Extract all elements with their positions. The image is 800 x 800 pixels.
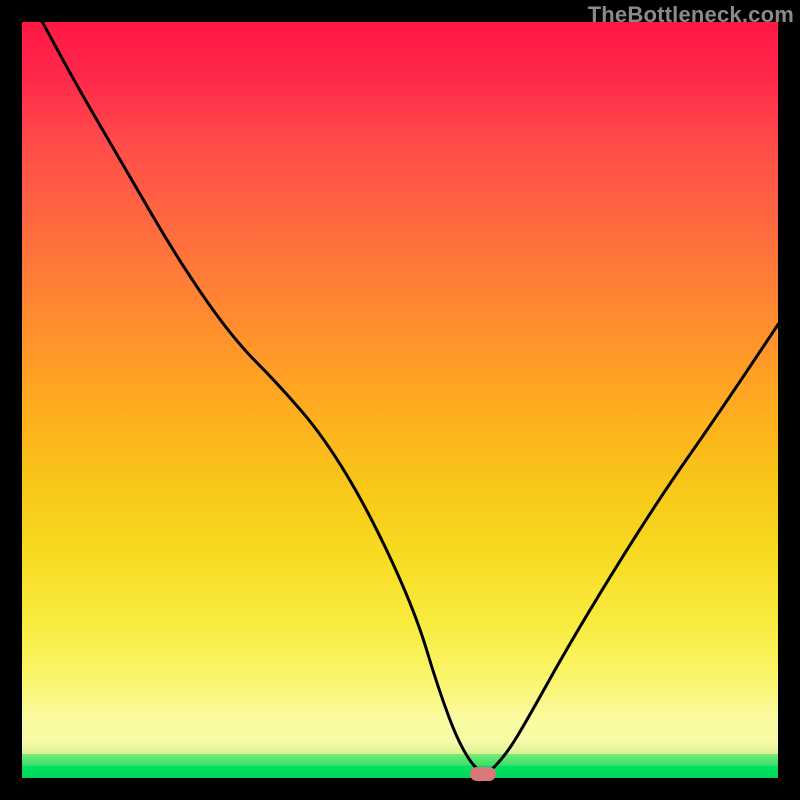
watermark-text: TheBottleneck.com xyxy=(588,2,794,28)
plot-background xyxy=(22,22,778,778)
chart-frame: TheBottleneck.com xyxy=(0,0,800,800)
optimal-point-marker xyxy=(470,767,496,781)
